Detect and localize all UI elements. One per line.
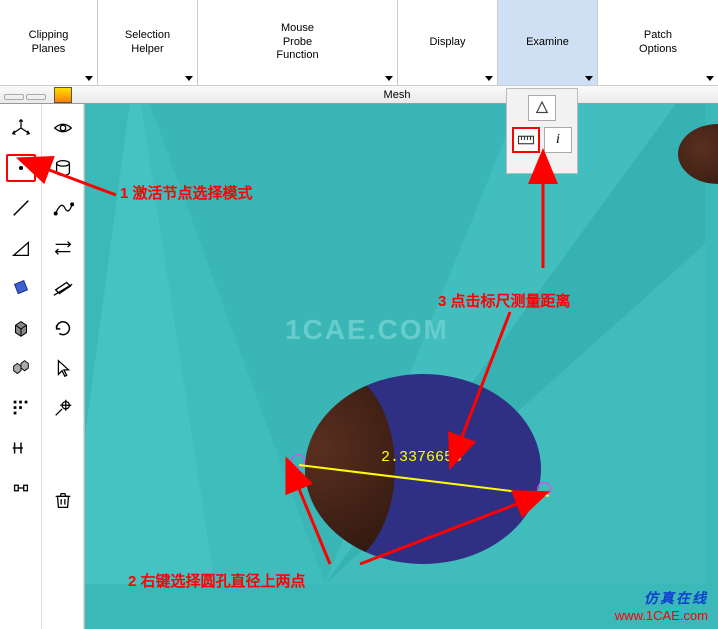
tool-column-1 bbox=[0, 104, 42, 629]
measure-value: 2.3376656 bbox=[381, 449, 462, 466]
grid-icon[interactable] bbox=[6, 394, 36, 422]
toolbar-mouse-probe[interactable]: Mouse Probe Function bbox=[198, 0, 398, 85]
toolbar-display[interactable]: Display bbox=[398, 0, 498, 85]
annotation-2: 2 右键选择圆孔直径上两点 bbox=[128, 570, 306, 591]
label: Clipping Planes bbox=[29, 29, 69, 57]
vertex-select-icon[interactable] bbox=[6, 154, 36, 182]
annotation-3: 3 点击标尺测量距离 bbox=[438, 290, 571, 311]
label: Selection Helper bbox=[125, 29, 170, 57]
brand-cn: 仿真在线 bbox=[615, 588, 708, 608]
chevron-down-icon bbox=[185, 76, 193, 81]
toolbar-patch-options[interactable]: Patch Options bbox=[598, 0, 718, 85]
label: Display bbox=[429, 36, 465, 50]
toolbar-selection-helper[interactable]: Selection Helper bbox=[98, 0, 198, 85]
axes-icon[interactable] bbox=[6, 114, 36, 142]
chevron-down-icon bbox=[706, 76, 714, 81]
face-icon[interactable] bbox=[6, 274, 36, 302]
examine-angle-button[interactable] bbox=[528, 95, 556, 121]
label: Mouse Probe Function bbox=[276, 22, 318, 63]
footer-brand: 仿真在线 www.1CAE.com bbox=[615, 588, 708, 623]
trash-icon[interactable] bbox=[48, 486, 78, 514]
examine-info-button[interactable]: i bbox=[544, 127, 572, 153]
watermark: 1CAE.COM bbox=[285, 314, 449, 346]
left-toolbars bbox=[0, 104, 85, 629]
mesh-icon bbox=[54, 87, 72, 103]
annotation-1: 1 激活节点选择模式 bbox=[120, 182, 253, 203]
chevron-down-icon bbox=[585, 76, 593, 81]
chevron-down-icon bbox=[385, 76, 393, 81]
label: Patch Options bbox=[639, 29, 677, 57]
examine-ruler-button[interactable] bbox=[512, 127, 540, 153]
tool-column-2 bbox=[42, 104, 84, 629]
cursor-icon[interactable] bbox=[48, 354, 78, 382]
span-icon[interactable] bbox=[6, 474, 36, 502]
target-pointer-icon[interactable] bbox=[48, 394, 78, 422]
edge-select-icon[interactable] bbox=[6, 194, 36, 222]
rotate-icon[interactable] bbox=[48, 314, 78, 342]
arrows-cross-icon[interactable] bbox=[48, 234, 78, 262]
chevron-down-icon bbox=[485, 76, 493, 81]
hole-rim bbox=[305, 374, 395, 564]
triangle-icon[interactable] bbox=[6, 234, 36, 262]
solid-icon[interactable] bbox=[6, 314, 36, 342]
mesh-title-bar: Mesh bbox=[0, 86, 718, 104]
eye-icon[interactable] bbox=[48, 114, 78, 142]
mesh-title: Mesh bbox=[76, 89, 718, 101]
workspace: 1CAE.COM 2.3376656 bbox=[0, 104, 718, 629]
plane-cut-icon[interactable] bbox=[48, 274, 78, 302]
examine-popup: i bbox=[506, 88, 578, 174]
label: Examine bbox=[526, 36, 569, 50]
label: i bbox=[556, 132, 560, 148]
spline-icon[interactable] bbox=[48, 194, 78, 222]
toolbar-examine[interactable]: Examine bbox=[498, 0, 598, 85]
brand-url: www.1CAE.com bbox=[615, 608, 708, 623]
top-toolbar: Clipping Planes Selection Helper Mouse P… bbox=[0, 0, 718, 86]
chevron-down-icon bbox=[85, 76, 93, 81]
drag-handle-icon[interactable] bbox=[0, 90, 50, 100]
toolbar-clipping-planes[interactable]: Clipping Planes bbox=[0, 0, 98, 85]
bar-align-icon[interactable] bbox=[6, 434, 36, 462]
cylinder-icon[interactable] bbox=[48, 154, 78, 182]
multi-solid-icon[interactable] bbox=[6, 354, 36, 382]
